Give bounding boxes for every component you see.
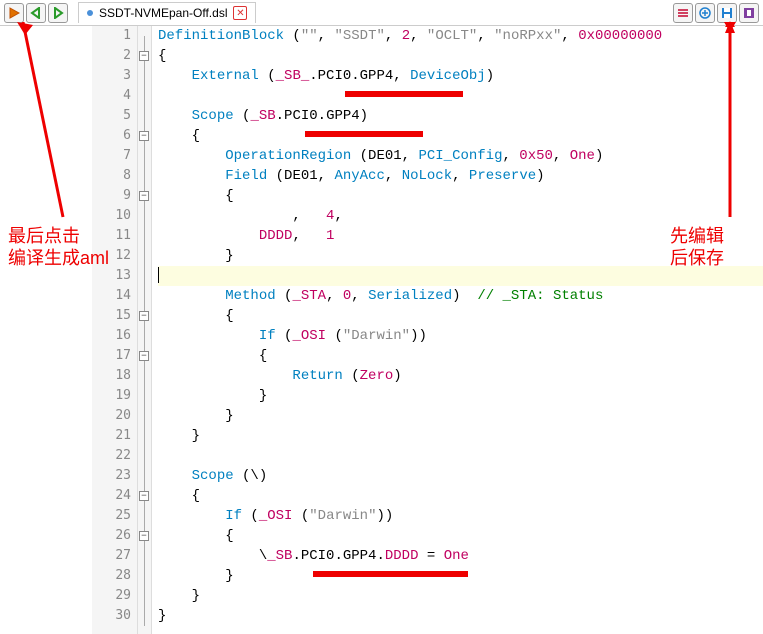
line-number: 11: [92, 226, 131, 246]
line-number: 28: [92, 566, 131, 586]
line-number: 9: [92, 186, 131, 206]
line-number: 22: [92, 446, 131, 466]
line-number: 21: [92, 426, 131, 446]
code-line[interactable]: [158, 266, 763, 286]
code-line[interactable]: {: [158, 526, 763, 546]
code-line[interactable]: DefinitionBlock ("", "SSDT", 2, "OCLT", …: [158, 26, 763, 46]
code-line[interactable]: {: [158, 486, 763, 506]
line-number: 10: [92, 206, 131, 226]
left-margin: [0, 26, 92, 634]
line-number: 24: [92, 486, 131, 506]
underline-2: [305, 131, 423, 137]
line-number: 7: [92, 146, 131, 166]
code-line[interactable]: [158, 446, 763, 466]
file-tab[interactable]: SSDT-NVMEpan-Off.dsl ✕: [78, 2, 256, 23]
line-number: 17: [92, 346, 131, 366]
line-number: 19: [92, 386, 131, 406]
fold-column: − − − − − − −: [138, 26, 152, 634]
line-number: 26: [92, 526, 131, 546]
code-line[interactable]: Field (DE01, AnyAcc, NoLock, Preserve): [158, 166, 763, 186]
code-line[interactable]: External (_SB_.PCI0.GPP4, DeviceObj): [158, 66, 763, 86]
code-line[interactable]: {: [158, 126, 763, 146]
line-number: 1: [92, 26, 131, 46]
line-number: 23: [92, 466, 131, 486]
code-line[interactable]: If (_OSI ("Darwin")): [158, 506, 763, 526]
line-number: 18: [92, 366, 131, 386]
line-number: 20: [92, 406, 131, 426]
line-number: 2: [92, 46, 131, 66]
nav-forward-button[interactable]: [48, 3, 68, 23]
line-number: 5: [92, 106, 131, 126]
code-line[interactable]: , 4,: [158, 206, 763, 226]
fold-toggle[interactable]: −: [139, 311, 149, 321]
code-line[interactable]: Scope (_SB.PCI0.GPP4): [158, 106, 763, 126]
line-number-gutter: 1234567891011121314151617181920212223242…: [92, 26, 138, 634]
line-number: 27: [92, 546, 131, 566]
fold-toggle[interactable]: −: [139, 351, 149, 361]
line-number: 6: [92, 126, 131, 146]
toolbar: SSDT-NVMEpan-Off.dsl ✕: [0, 0, 763, 26]
line-number: 14: [92, 286, 131, 306]
list-button[interactable]: [673, 3, 693, 23]
fold-toggle[interactable]: −: [139, 191, 149, 201]
code-line[interactable]: {: [158, 306, 763, 326]
line-number: 16: [92, 326, 131, 346]
underline-1: [345, 91, 463, 97]
code-line[interactable]: }: [158, 406, 763, 426]
line-number: 8: [92, 166, 131, 186]
line-number: 30: [92, 606, 131, 626]
editor: 1234567891011121314151617181920212223242…: [0, 26, 763, 634]
tab-title: SSDT-NVMEpan-Off.dsl: [99, 6, 227, 20]
fold-toggle[interactable]: −: [139, 51, 149, 61]
line-number: 15: [92, 306, 131, 326]
line-number: 12: [92, 246, 131, 266]
line-number: 13: [92, 266, 131, 286]
code-area[interactable]: DefinitionBlock ("", "SSDT", 2, "OCLT", …: [152, 26, 763, 634]
compile-button[interactable]: [4, 3, 24, 23]
line-number: 4: [92, 86, 131, 106]
add-button[interactable]: [695, 3, 715, 23]
code-line[interactable]: Scope (\): [158, 466, 763, 486]
line-number: 29: [92, 586, 131, 606]
fold-toggle[interactable]: −: [139, 491, 149, 501]
code-line[interactable]: }: [158, 606, 763, 626]
line-number: 3: [92, 66, 131, 86]
code-line[interactable]: DDDD, 1: [158, 226, 763, 246]
underline-3: [313, 571, 468, 577]
code-line[interactable]: }: [158, 586, 763, 606]
code-line[interactable]: OperationRegion (DE01, PCI_Config, 0x50,…: [158, 146, 763, 166]
code-line[interactable]: {: [158, 186, 763, 206]
modified-dot-icon: [87, 10, 93, 16]
code-line[interactable]: }: [158, 246, 763, 266]
fold-toggle[interactable]: −: [139, 131, 149, 141]
code-line[interactable]: }: [158, 426, 763, 446]
code-line[interactable]: Method (_STA, 0, Serialized) // _STA: St…: [158, 286, 763, 306]
tab-close-button[interactable]: ✕: [233, 6, 247, 20]
bookmark-button[interactable]: [739, 3, 759, 23]
code-line[interactable]: Return (Zero): [158, 366, 763, 386]
line-number: 25: [92, 506, 131, 526]
code-line[interactable]: }: [158, 386, 763, 406]
save-button[interactable]: [717, 3, 737, 23]
fold-toggle[interactable]: −: [139, 531, 149, 541]
code-line[interactable]: {: [158, 346, 763, 366]
code-line[interactable]: If (_OSI ("Darwin")): [158, 326, 763, 346]
code-line[interactable]: \_SB.PCI0.GPP4.DDDD = One: [158, 546, 763, 566]
code-line[interactable]: {: [158, 46, 763, 66]
nav-back-button[interactable]: [26, 3, 46, 23]
